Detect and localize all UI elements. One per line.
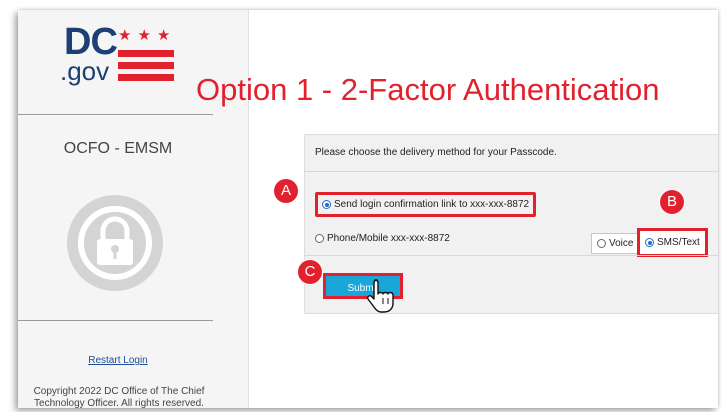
card-divider xyxy=(305,255,718,256)
phone-radio[interactable] xyxy=(315,234,324,243)
send-link-radio[interactable] xyxy=(322,200,331,209)
send-link-label: Send login confirmation link to xxx-xxx-… xyxy=(334,199,530,210)
phone-option[interactable]: Phone/Mobile xxx-xxx-8872 xyxy=(315,233,450,244)
hand-pointer-icon xyxy=(367,279,394,313)
logo-flag-bar xyxy=(118,74,174,81)
sms-radio[interactable] xyxy=(645,238,654,247)
dc-gov-logo: DC .gov ★★★ xyxy=(60,22,180,86)
logo-stars: ★★★ xyxy=(118,27,177,44)
sidebar-divider xyxy=(18,320,213,321)
restart-login-link[interactable]: Restart Login xyxy=(18,355,218,366)
card-divider xyxy=(305,171,718,172)
send-link-option[interactable]: Send login confirmation link to xxx-xxx-… xyxy=(315,192,537,218)
voice-radio[interactable] xyxy=(597,239,606,248)
callout-b: B xyxy=(660,190,684,214)
copyright-text: Copyright 2022 DC Office of The Chief Te… xyxy=(33,386,205,408)
page-title: Option 1 - 2-Factor Authentication xyxy=(196,72,660,107)
lock-icon xyxy=(78,206,152,280)
voice-option[interactable]: Voice xyxy=(591,233,640,255)
delivery-instruction: Please choose the delivery method for yo… xyxy=(315,147,557,158)
callout-a: A xyxy=(274,179,298,203)
screenshot-frame: DC .gov ★★★ OCFO - EMSM Restart Login Co… xyxy=(18,10,718,408)
sms-label: SMS/Text xyxy=(657,237,700,248)
callout-c: C xyxy=(298,260,322,284)
sms-option[interactable]: SMS/Text xyxy=(637,228,708,258)
phone-label: Phone/Mobile xxx-xxx-8872 xyxy=(327,233,450,244)
logo-flag-bar xyxy=(118,62,174,69)
voice-label: Voice xyxy=(609,238,634,249)
sidebar-divider xyxy=(18,114,213,115)
logo-gov-text: .gov xyxy=(60,56,110,86)
logo-flag-bar xyxy=(118,50,174,57)
avatar xyxy=(67,195,163,291)
org-name: OCFO - EMSM xyxy=(63,140,173,157)
